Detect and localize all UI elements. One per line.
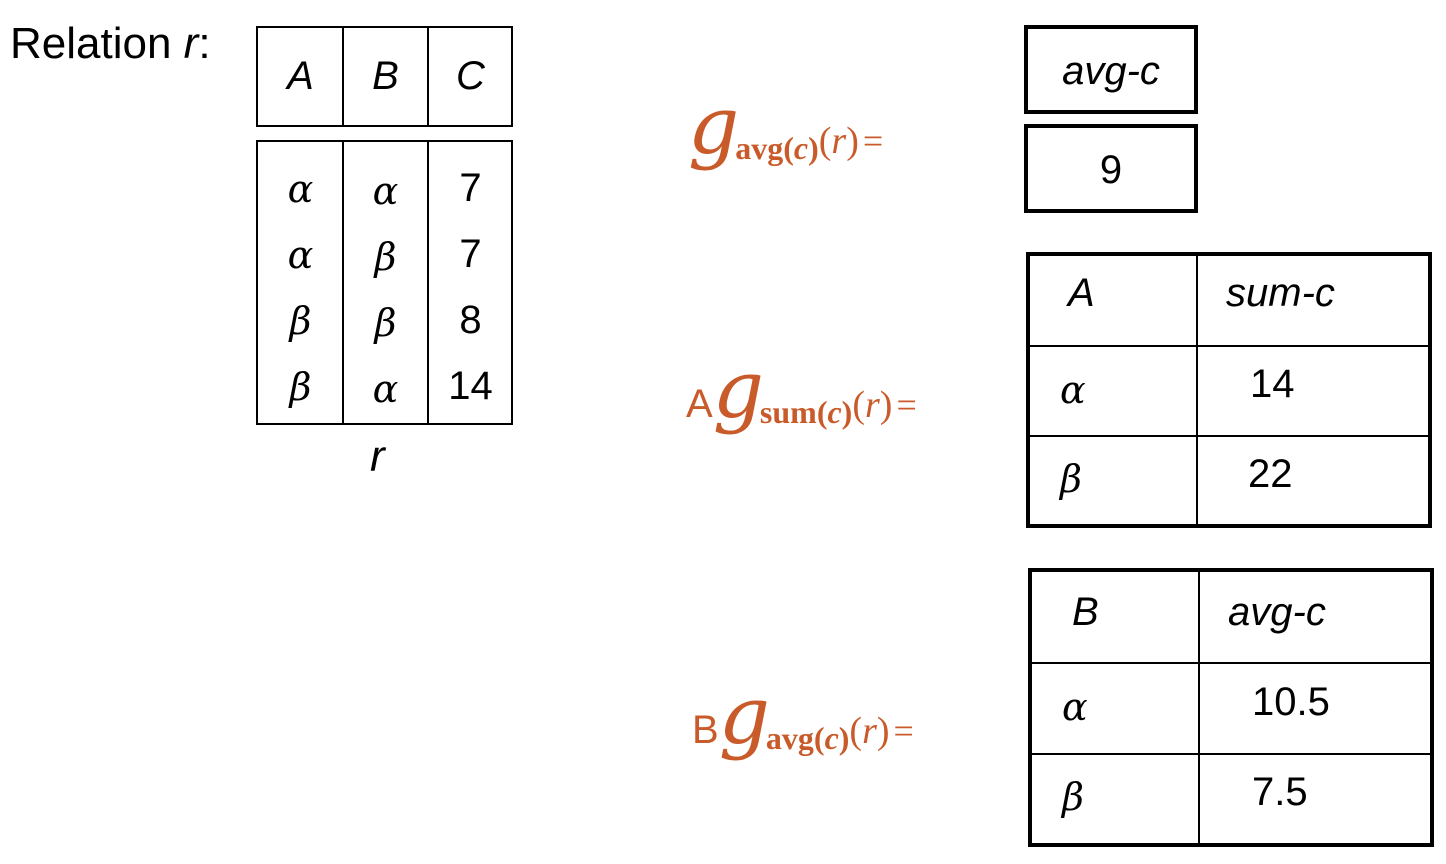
table-cell: 14 <box>1250 362 1295 406</box>
table-cell: β <box>289 365 312 409</box>
header-c: C <box>456 54 485 98</box>
relation-label-prefix: Relation <box>10 19 184 68</box>
row-divider <box>1030 345 1428 347</box>
formula-group-attr: B <box>692 708 719 752</box>
formula-avg-by-b: Bgavg(c)(r) = <box>692 676 914 756</box>
aggregate-argument: (r) <box>818 120 859 162</box>
relation-label-suffix: : <box>198 19 211 68</box>
aggregate-argument: (r) <box>852 384 893 426</box>
result-value: 9 <box>1099 148 1123 192</box>
result-header: A <box>1068 271 1095 315</box>
row-divider <box>1032 753 1430 755</box>
table-cell: 10.5 <box>1252 680 1330 724</box>
aggregate-argument: (r) <box>849 710 890 752</box>
table-cell: α <box>372 169 399 213</box>
column-divider <box>1196 256 1198 524</box>
table-cell: β <box>1060 457 1082 501</box>
table-cell: 14 <box>448 364 493 408</box>
relation-label-name: r <box>183 19 199 68</box>
result-header: avg-c <box>1228 590 1326 634</box>
equals-sign: = <box>896 385 917 425</box>
table-cell: β <box>1062 775 1084 819</box>
aggregate-symbol: g <box>712 343 764 436</box>
formula-avg: gavg(c)(r) = <box>688 86 883 166</box>
table-cell: β <box>374 301 397 345</box>
result-sum-table: A sum-c α 14 β 22 <box>1026 252 1432 528</box>
table-cell: α <box>1062 685 1088 729</box>
row-divider <box>1030 435 1428 437</box>
relation-r-body: α α 7 α β 7 β β 8 β α 14 <box>256 140 513 425</box>
table-cell: 7 <box>459 232 482 276</box>
formula-sum-by-a: Agsum(c)(r) = <box>686 350 917 430</box>
aggregate-subscript: avg(c) <box>765 720 850 756</box>
table-cell: 7 <box>459 166 482 210</box>
aggregate-subscript: avg(c) <box>735 130 819 166</box>
column-divider <box>1198 572 1200 843</box>
formula-group-attr: A <box>686 382 713 426</box>
table-cell: 22 <box>1248 452 1293 496</box>
row-divider <box>1032 662 1430 664</box>
equals-sign: = <box>862 121 884 161</box>
aggregate-symbol: g <box>718 669 770 762</box>
table-cell: α <box>287 233 314 277</box>
equals-sign: = <box>893 711 914 751</box>
header-a: A <box>287 54 314 98</box>
table-cell: 7.5 <box>1252 770 1308 814</box>
result-header: B <box>1072 590 1099 634</box>
result-avg-value: 9 <box>1024 124 1198 213</box>
relation-r-header: A B C <box>256 26 513 127</box>
result-avg-header: avg-c <box>1024 25 1198 114</box>
table-cell: β <box>289 299 312 343</box>
relation-label: Relation r: <box>10 18 211 70</box>
table-cell: 8 <box>459 298 482 342</box>
table-cell: α <box>372 367 399 411</box>
table-cell: β <box>374 235 397 279</box>
relation-r-caption: r <box>370 432 385 481</box>
result-header: avg-c <box>1062 49 1160 93</box>
aggregate-symbol: g <box>688 79 740 172</box>
table-cell: α <box>287 167 314 211</box>
table-cell: α <box>1060 368 1086 412</box>
result-header: sum-c <box>1226 271 1335 315</box>
header-b: B <box>372 54 399 98</box>
aggregate-subscript: sum(c) <box>759 394 853 430</box>
result-avg-by-b-table: B avg-c α 10.5 β 7.5 <box>1028 568 1434 847</box>
